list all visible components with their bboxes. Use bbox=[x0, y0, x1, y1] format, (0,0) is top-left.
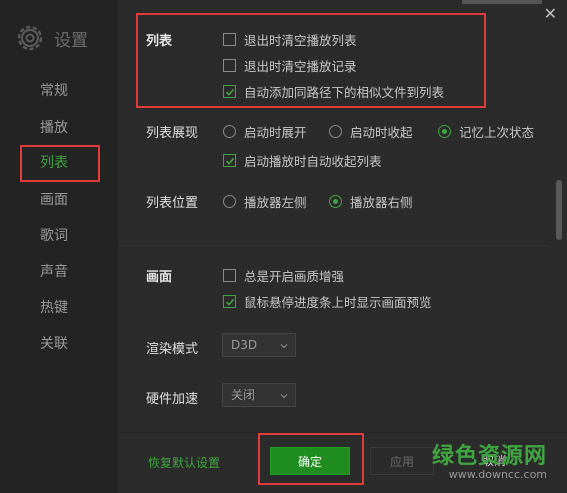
radio[interactable] bbox=[223, 195, 236, 208]
checkbox-checked[interactable] bbox=[223, 154, 236, 167]
settings-title: 设置 bbox=[54, 30, 88, 51]
select-value: 关闭 bbox=[231, 388, 256, 402]
sidebar-item-general[interactable]: 常规 bbox=[40, 80, 100, 102]
title-bar-strip bbox=[462, 0, 542, 4]
select-value: D3D bbox=[231, 338, 258, 352]
radio-dot bbox=[442, 129, 447, 134]
scrollbar-thumb[interactable] bbox=[556, 180, 562, 240]
radio[interactable] bbox=[223, 125, 236, 138]
radio-selected[interactable] bbox=[438, 125, 451, 138]
option-hover-preview[interactable]: 鼠标悬停进度条上时显示画面预览 bbox=[223, 292, 432, 311]
radio[interactable] bbox=[329, 125, 342, 138]
settings-header: 设置 bbox=[14, 22, 88, 54]
section-divider bbox=[118, 245, 548, 246]
check-icon bbox=[225, 298, 234, 306]
hw-accel-select[interactable]: 关闭 bbox=[222, 383, 296, 407]
apply-button[interactable]: 应用 bbox=[370, 447, 434, 475]
radio-label: 播放器右侧 bbox=[350, 195, 413, 210]
option-always-enhance[interactable]: 总是开启画质增强 bbox=[223, 266, 344, 285]
radio-player-left[interactable]: 播放器左侧 bbox=[223, 192, 307, 211]
sidebar-item-picture[interactable]: 画面 bbox=[40, 189, 100, 211]
label-list-display: 列表展现 bbox=[146, 126, 199, 141]
option-auto-collapse[interactable]: 启动播放时自动收起列表 bbox=[223, 151, 382, 170]
radio-selected[interactable] bbox=[329, 195, 342, 208]
cancel-button[interactable]: 取消 bbox=[458, 447, 530, 475]
sidebar-item-association[interactable]: 关联 bbox=[40, 333, 100, 355]
label-hw-accel: 硬件加速 bbox=[146, 392, 199, 407]
sidebar-item-sound[interactable]: 声音 bbox=[40, 261, 100, 283]
chevron-down-icon bbox=[280, 394, 288, 399]
sidebar-item-playback[interactable]: 播放 bbox=[40, 117, 100, 139]
radio-player-right[interactable]: 播放器右侧 bbox=[329, 192, 413, 211]
sidebar: 设置 常规 播放 列表 画面 歌词 声音 热键 关联 bbox=[0, 0, 118, 493]
option-label: 启动播放时自动收起列表 bbox=[244, 154, 382, 169]
radio-collapse-on-start[interactable]: 启动时收起 bbox=[329, 122, 413, 141]
sidebar-item-hotkeys[interactable]: 热键 bbox=[40, 297, 100, 319]
radio-remember-state[interactable]: 记忆上次状态 bbox=[438, 122, 534, 141]
option-label: 总是开启画质增强 bbox=[244, 269, 345, 284]
checkbox-checked[interactable] bbox=[223, 295, 236, 308]
section-title-picture: 画面 bbox=[146, 270, 173, 285]
radio-dot bbox=[333, 199, 338, 204]
close-icon: ✕ bbox=[543, 4, 557, 23]
render-mode-select[interactable]: D3D bbox=[222, 333, 296, 357]
highlight-box-ok-button bbox=[258, 433, 364, 485]
check-icon bbox=[225, 157, 234, 165]
option-label: 鼠标悬停进度条上时显示画面预览 bbox=[244, 295, 432, 310]
restore-defaults-link[interactable]: 恢复默认设置 bbox=[148, 454, 220, 471]
gear-icon bbox=[17, 25, 43, 51]
radio-label: 启动时展开 bbox=[244, 125, 307, 140]
checkbox[interactable] bbox=[223, 269, 236, 282]
highlight-box-sidebar-list bbox=[20, 145, 100, 182]
label-render-mode: 渲染模式 bbox=[146, 342, 199, 357]
chevron-down-icon bbox=[280, 344, 288, 349]
radio-label: 记忆上次状态 bbox=[459, 125, 535, 140]
radio-expand-on-start[interactable]: 启动时展开 bbox=[223, 122, 307, 141]
radio-label: 播放器左侧 bbox=[244, 195, 307, 210]
close-button[interactable]: ✕ bbox=[544, 6, 557, 22]
radio-label: 启动时收起 bbox=[350, 125, 413, 140]
highlight-box-list-options bbox=[136, 13, 486, 108]
label-list-position: 列表位置 bbox=[146, 196, 199, 211]
sidebar-item-lyrics[interactable]: 歌词 bbox=[40, 225, 100, 247]
